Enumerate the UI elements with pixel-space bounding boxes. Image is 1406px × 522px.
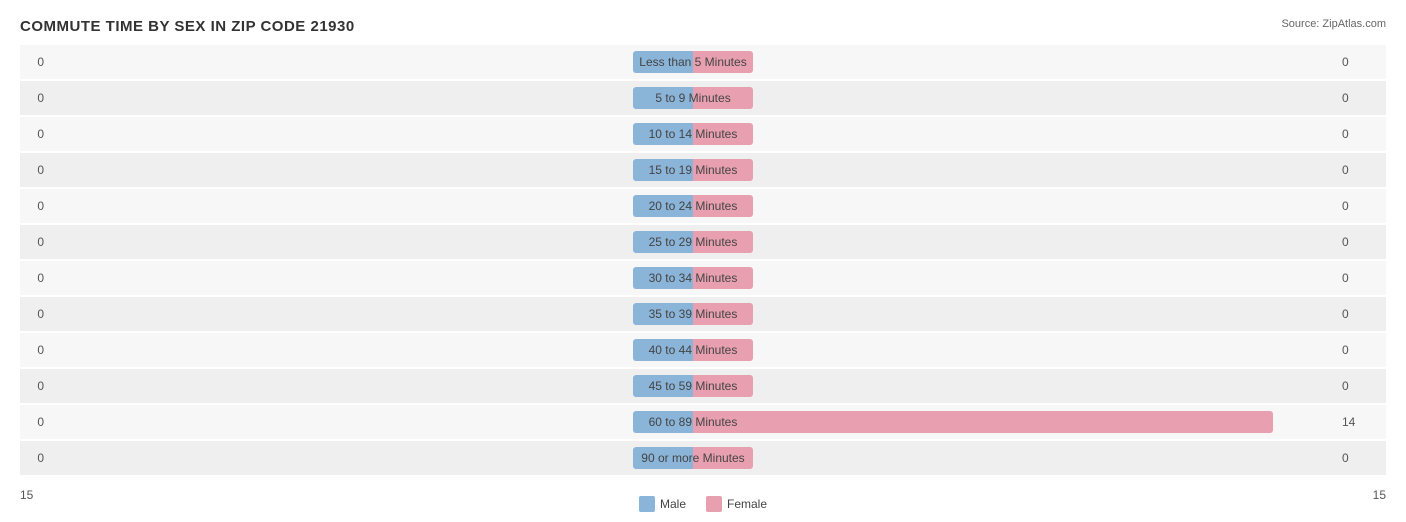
female-bar <box>693 195 753 217</box>
female-bar <box>693 123 753 145</box>
legend-female-label: Female <box>727 497 767 511</box>
male-value: 0 <box>20 307 50 321</box>
male-bar <box>633 231 693 253</box>
bar-center: 25 to 29 Minutes <box>50 225 1336 259</box>
source-text: Source: ZipAtlas.com <box>1281 18 1386 30</box>
bar-center: 10 to 14 Minutes <box>50 117 1336 151</box>
male-bar <box>633 51 693 73</box>
female-bar <box>693 51 753 73</box>
chart-row: 05 to 9 Minutes0 <box>20 81 1386 115</box>
bar-center: 60 to 89 Minutes <box>50 405 1336 439</box>
female-bar <box>693 375 753 397</box>
chart-row: 015 to 19 Minutes0 <box>20 153 1386 187</box>
chart-row: 060 to 89 Minutes14 <box>20 405 1386 439</box>
male-bar <box>633 123 693 145</box>
legend-male: Male <box>639 496 686 512</box>
female-bar <box>693 267 753 289</box>
chart-row: 030 to 34 Minutes0 <box>20 261 1386 295</box>
male-bar <box>633 87 693 109</box>
legend: Male Female <box>639 496 767 512</box>
chart-row: 010 to 14 Minutes0 <box>20 117 1386 151</box>
bar-center: 5 to 9 Minutes <box>50 81 1336 115</box>
male-value: 0 <box>20 199 50 213</box>
bars-area: 0Less than 5 Minutes005 to 9 Minutes0010… <box>20 45 1386 475</box>
female-bar <box>693 231 753 253</box>
male-value: 0 <box>20 91 50 105</box>
male-bar <box>633 159 693 181</box>
female-value: 14 <box>1336 415 1386 429</box>
male-bar <box>633 267 693 289</box>
bar-center: 90 or more Minutes <box>50 441 1336 475</box>
female-value: 0 <box>1336 55 1386 69</box>
female-bar <box>693 159 753 181</box>
chart-row: 0Less than 5 Minutes0 <box>20 45 1386 79</box>
female-value: 0 <box>1336 199 1386 213</box>
bar-center: 15 to 19 Minutes <box>50 153 1336 187</box>
bar-center: 40 to 44 Minutes <box>50 333 1336 367</box>
male-value: 0 <box>20 379 50 393</box>
chart-row: 090 or more Minutes0 <box>20 441 1386 475</box>
female-value: 0 <box>1336 127 1386 141</box>
female-value: 0 <box>1336 235 1386 249</box>
male-value: 0 <box>20 235 50 249</box>
female-bar <box>693 339 753 361</box>
female-value: 0 <box>1336 451 1386 465</box>
chart-row: 045 to 59 Minutes0 <box>20 369 1386 403</box>
male-bar <box>633 411 693 433</box>
legend-female-box <box>706 496 722 512</box>
female-bar <box>693 87 753 109</box>
legend-male-box <box>639 496 655 512</box>
male-value: 0 <box>20 451 50 465</box>
male-value: 0 <box>20 271 50 285</box>
male-value: 0 <box>20 415 50 429</box>
bar-center: 20 to 24 Minutes <box>50 189 1336 223</box>
footer-left-value: 15 <box>20 488 33 502</box>
chart-row: 025 to 29 Minutes0 <box>20 225 1386 259</box>
chart-footer: 15 Male Female 15 <box>0 496 1406 512</box>
male-value: 0 <box>20 127 50 141</box>
chart-title: COMMUTE TIME BY SEX IN ZIP CODE 21930 <box>20 18 1386 35</box>
chart-row: 035 to 39 Minutes0 <box>20 297 1386 331</box>
male-bar <box>633 375 693 397</box>
female-bar <box>693 411 1273 433</box>
chart-container: COMMUTE TIME BY SEX IN ZIP CODE 21930 So… <box>0 0 1406 522</box>
female-bar <box>693 303 753 325</box>
male-bar <box>633 447 693 469</box>
legend-female: Female <box>706 496 767 512</box>
female-value: 0 <box>1336 163 1386 177</box>
male-value: 0 <box>20 343 50 357</box>
male-bar <box>633 195 693 217</box>
female-bar <box>693 447 753 469</box>
male-value: 0 <box>20 55 50 69</box>
bar-center: 45 to 59 Minutes <box>50 369 1336 403</box>
legend-male-label: Male <box>660 497 686 511</box>
footer-right-value: 15 <box>1373 488 1386 502</box>
bar-center: 30 to 34 Minutes <box>50 261 1336 295</box>
male-value: 0 <box>20 163 50 177</box>
chart-row: 040 to 44 Minutes0 <box>20 333 1386 367</box>
female-value: 0 <box>1336 307 1386 321</box>
bar-center: Less than 5 Minutes <box>50 45 1336 79</box>
female-value: 0 <box>1336 91 1386 105</box>
male-bar <box>633 339 693 361</box>
female-value: 0 <box>1336 271 1386 285</box>
female-value: 0 <box>1336 379 1386 393</box>
female-value: 0 <box>1336 343 1386 357</box>
bar-center: 35 to 39 Minutes <box>50 297 1336 331</box>
chart-row: 020 to 24 Minutes0 <box>20 189 1386 223</box>
male-bar <box>633 303 693 325</box>
